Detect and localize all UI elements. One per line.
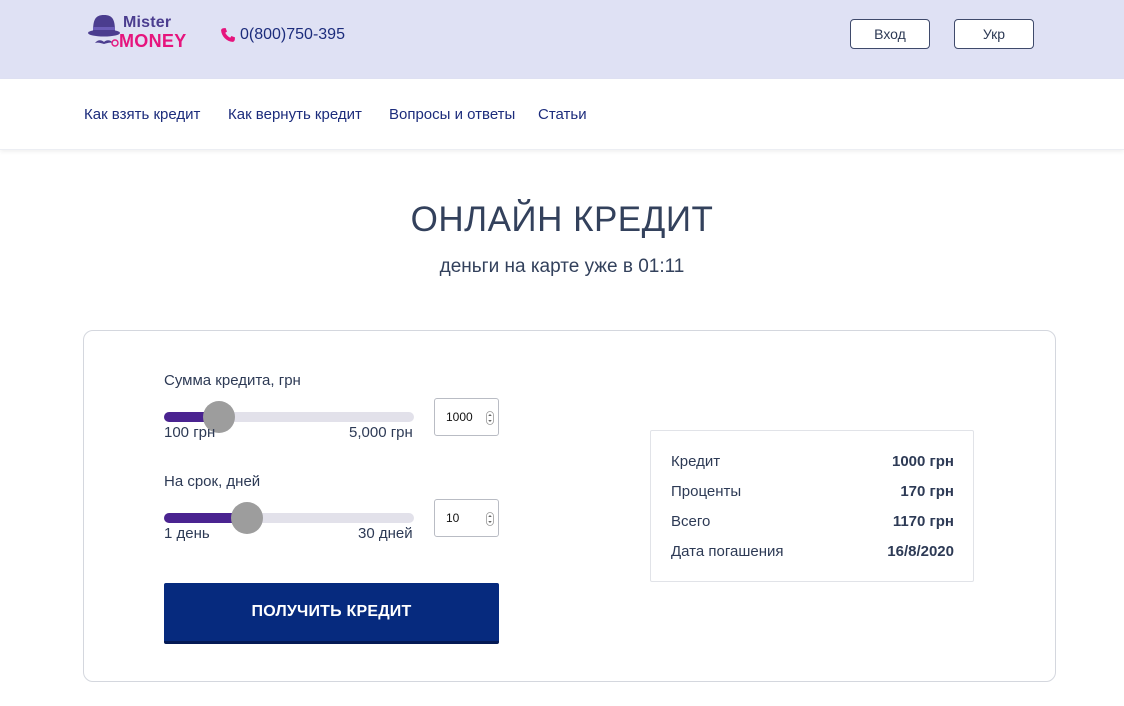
phone-number: 0(800)750-395: [240, 26, 345, 43]
term-max-label: 30 дней: [358, 525, 413, 542]
term-input[interactable]: 10: [434, 499, 499, 537]
term-stepper-icon[interactable]: [486, 512, 494, 526]
amount-min-label: 100 грн: [164, 424, 216, 441]
summary-value: 16/8/2020: [887, 543, 954, 560]
amount-input[interactable]: 1000: [434, 398, 499, 436]
nav-item-articles[interactable]: Статьи: [538, 106, 587, 123]
summary-label: Проценты: [671, 483, 742, 500]
summary-row-interest: Проценты 170 грн: [671, 483, 954, 503]
amount-input-value: 1000: [446, 410, 473, 424]
logo-text-mister: Mister: [123, 14, 172, 31]
summary-value: 1000 грн: [891, 453, 954, 470]
summary-value: 1170 грн: [892, 513, 954, 530]
term-label: На срок, дней: [164, 473, 261, 490]
term-min-label: 1 день: [164, 525, 210, 542]
term-input-value: 10: [446, 511, 460, 525]
amount-stepper-icon[interactable]: [486, 411, 494, 425]
language-switch-button[interactable]: Укр: [954, 19, 1034, 49]
summary-label: Всего: [671, 513, 711, 530]
summary-row-credit: Кредит 1000 грн: [671, 453, 954, 473]
phone-link[interactable]: 0(800)750-395: [220, 24, 345, 46]
amount-label: Сумма кредита, грн: [164, 372, 301, 389]
hat-mustache-icon: [88, 15, 120, 47]
header-bar: Mister MONEY 0(800)750-395 Вход Укр: [0, 0, 1124, 79]
summary-value: 170 грн: [900, 483, 954, 500]
logo-text-money: MONEY: [119, 31, 187, 51]
amount-max-label: 5,000 грн: [349, 424, 413, 441]
summary-label: Кредит: [671, 453, 721, 470]
logo[interactable]: Mister MONEY: [86, 12, 188, 54]
summary-row-repayment-date: Дата погашения 16/8/2020: [671, 543, 954, 563]
nav-item-how-to-get-credit[interactable]: Как взять кредит: [84, 106, 200, 123]
get-credit-button[interactable]: ПОЛУЧИТЬ КРЕДИТ: [164, 583, 499, 644]
nav-item-faq[interactable]: Вопросы и ответы: [389, 106, 515, 123]
login-button[interactable]: Вход: [850, 19, 930, 49]
term-slider[interactable]: [164, 502, 414, 534]
term-slider-thumb[interactable]: [230, 502, 263, 534]
loan-summary: Кредит 1000 грн Проценты 170 грн Всего 1…: [650, 430, 974, 582]
amount-slider[interactable]: [164, 401, 414, 433]
phone-icon: [221, 28, 235, 42]
main-nav: Как взять кредит Как вернуть кредит Вопр…: [0, 79, 1124, 150]
summary-label: Дата погашения: [671, 543, 784, 560]
nav-item-how-to-repay-credit[interactable]: Как вернуть кредит: [228, 106, 362, 123]
summary-row-total: Всего 1170 грн: [671, 513, 954, 533]
page-subtitle: деньги на карте уже в 01:11: [439, 256, 685, 277]
page-title: ОНЛАЙН КРЕДИТ: [410, 200, 714, 239]
